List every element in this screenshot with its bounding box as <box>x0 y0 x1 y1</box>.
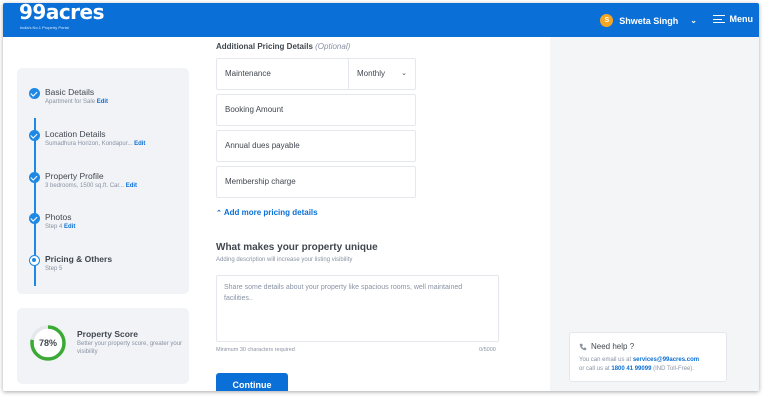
step-summary: 3 bedrooms, 1500 sq.ft. Car... <box>45 183 125 189</box>
help-email-prefix: You can email us at <box>579 357 632 363</box>
step-title: Location Details <box>45 129 106 139</box>
continue-button[interactable]: Continue <box>216 373 288 391</box>
maintenance-period-select[interactable]: Monthly ⌄ <box>348 59 416 89</box>
score-description: Better your property score, greater your… <box>77 341 183 355</box>
step-pricing-others: Pricing & Others Step 5 <box>45 254 112 272</box>
help-phone-suffix: (IND Toll-Free). <box>653 366 694 372</box>
step-summary: Step 5 <box>45 266 63 272</box>
unique-section-subtitle: Adding description will increase your li… <box>216 257 353 263</box>
help-phone-prefix: or call us at <box>579 366 610 372</box>
progress-steps-card: Basic Details Apartment for Sale Edit Lo… <box>17 68 189 294</box>
step-title: Property Profile <box>45 171 104 181</box>
booking-amount-field[interactable]: Booking Amount <box>216 94 416 126</box>
pricing-section-label: Additional Pricing Details (Optional) <box>216 42 350 51</box>
hamburger-icon <box>712 15 725 24</box>
edit-link[interactable]: Edit <box>97 99 108 105</box>
help-text: You can email us at services@99acres.com… <box>579 356 729 374</box>
membership-charge-field[interactable]: Membership charge <box>216 166 416 198</box>
step-location-details: Location Details Sumadhura Horizon, Kond… <box>45 129 145 147</box>
help-title-text: Need help ? <box>591 342 635 351</box>
pricing-label-text: Additional Pricing Details <box>216 42 313 51</box>
step-summary: Apartment for Sale <box>45 99 96 105</box>
site-logo[interactable]: 99acres <box>19 3 105 24</box>
top-navigation-bar: 99acres India's No.1 Property Portal S S… <box>3 3 759 37</box>
maintenance-field[interactable]: Maintenance Monthly ⌄ <box>216 58 416 90</box>
check-icon <box>29 213 40 224</box>
optional-tag: (Optional) <box>315 42 351 51</box>
user-name: Shweta Singh <box>619 15 679 26</box>
step-basic-details: Basic Details Apartment for Sale Edit <box>45 87 108 105</box>
step-photos: Photos Step 4 Edit <box>45 212 75 230</box>
check-icon <box>29 172 40 183</box>
left-sidebar: Basic Details Apartment for Sale Edit Lo… <box>3 37 203 391</box>
chevron-down-icon: ⌄ <box>401 70 407 77</box>
help-title: Need help ? <box>579 342 634 351</box>
edit-link[interactable]: Edit <box>64 224 75 230</box>
edit-link[interactable]: Edit <box>126 183 137 189</box>
phone-icon <box>579 343 587 350</box>
page-content: Basic Details Apartment for Sale Edit Lo… <box>3 37 759 391</box>
min-characters-hint: Minimum 30 characters required <box>216 347 295 353</box>
edit-link[interactable]: Edit <box>134 141 145 147</box>
description-textarea[interactable]: Share some details about your property l… <box>216 275 499 342</box>
user-avatar: S <box>600 14 614 27</box>
unique-section-title: What makes your property unique <box>216 242 378 253</box>
maintenance-placeholder: Maintenance <box>225 69 271 78</box>
add-more-pricing-link[interactable]: ⌃ Add more pricing details <box>216 208 318 217</box>
character-counter: 0/5000 <box>479 347 496 353</box>
check-icon <box>29 88 40 99</box>
step-summary: Step 4 <box>45 224 63 230</box>
step-property-profile: Property Profile 3 bedrooms, 1500 sq.ft.… <box>45 171 137 189</box>
score-title: Property Score <box>77 329 138 339</box>
step-title: Photos <box>45 212 72 222</box>
step-title: Basic Details <box>45 87 95 97</box>
annual-dues-field[interactable]: Annual dues payable <box>216 130 416 162</box>
logo-tagline: India's No.1 Property Portal <box>20 25 69 30</box>
check-icon <box>29 130 40 141</box>
app-window: 99acres India's No.1 Property Portal S S… <box>3 3 759 391</box>
step-summary: Sumadhura Horizon, Kondapur... <box>45 141 133 147</box>
chevron-up-icon: ⌃ <box>216 210 222 217</box>
score-value: 78% <box>38 338 57 348</box>
user-menu[interactable]: S Shweta Singh ⌄ <box>600 14 697 27</box>
help-phone-link[interactable]: 1800 41 99099 <box>611 366 651 372</box>
main-form: Additional Pricing Details (Optional) Ma… <box>203 37 550 391</box>
add-more-pricing-text: Add more pricing details <box>223 208 318 217</box>
menu-label: Menu <box>729 14 754 24</box>
menu-button[interactable]: Menu <box>712 14 754 24</box>
period-value: Monthly <box>357 69 386 78</box>
chevron-down-icon: ⌄ <box>690 16 697 25</box>
need-help-card: Need help ? You can email us at services… <box>569 332 727 382</box>
property-score-card: 78% Property Score Better your property … <box>17 308 189 384</box>
current-step-icon <box>29 255 40 266</box>
step-title: Pricing & Others <box>45 254 113 264</box>
help-email-link[interactable]: services@99acres.com <box>633 357 699 363</box>
